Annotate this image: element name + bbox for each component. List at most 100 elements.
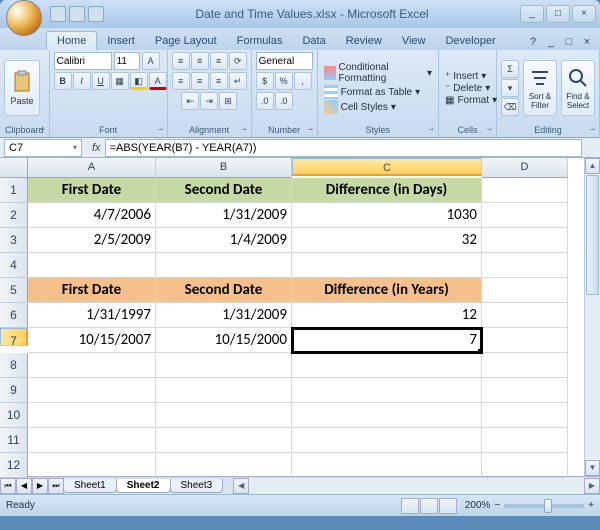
cell[interactable] <box>292 403 482 428</box>
font-name-select[interactable] <box>54 52 112 70</box>
increase-indent-icon[interactable]: ⇥ <box>200 92 218 110</box>
row-header[interactable]: 10 <box>0 403 28 428</box>
cell[interactable]: 2/5/2009 <box>28 228 156 253</box>
formula-bar[interactable]: =ABS(YEAR(B7) - YEAR(A7)) <box>105 139 582 157</box>
autosum-icon[interactable]: Σ <box>501 60 519 78</box>
row-header[interactable]: 4 <box>0 253 28 278</box>
cell[interactable]: Second Date <box>156 178 292 203</box>
cell[interactable] <box>482 328 568 353</box>
number-format-select[interactable] <box>256 52 313 70</box>
tab-formulas[interactable]: Formulas <box>227 32 293 50</box>
zoom-slider[interactable] <box>504 504 584 508</box>
qat-redo-icon[interactable] <box>88 6 104 22</box>
row-header[interactable]: 11 <box>0 428 28 453</box>
cell[interactable] <box>292 378 482 403</box>
cell[interactable] <box>482 203 568 228</box>
cell[interactable]: 1/4/2009 <box>156 228 292 253</box>
sheet-nav-first-icon[interactable]: ⏮ <box>0 478 16 494</box>
row-header[interactable]: 5 <box>0 278 28 303</box>
font-size-select[interactable] <box>114 52 140 70</box>
cell[interactable] <box>482 378 568 403</box>
zoom-in-icon[interactable]: + <box>588 500 594 511</box>
scroll-thumb[interactable] <box>586 175 599 295</box>
bold-button[interactable]: B <box>54 72 72 90</box>
align-center-icon[interactable]: ≡ <box>191 72 209 90</box>
cell[interactable]: First Date <box>28 278 156 303</box>
col-header-a[interactable]: A <box>28 158 156 178</box>
align-top-icon[interactable]: ≡ <box>172 52 190 70</box>
sheet-nav-next-icon[interactable]: ▶ <box>32 478 48 494</box>
active-cell[interactable]: 7 <box>292 328 482 353</box>
row-header[interactable]: 2 <box>0 203 28 228</box>
cell[interactable] <box>156 353 292 378</box>
italic-button[interactable]: I <box>73 72 91 90</box>
fill-color-button[interactable]: ◧ <box>130 72 148 90</box>
tab-developer[interactable]: Developer <box>435 32 505 50</box>
decrease-decimal-icon[interactable]: .0 <box>275 92 293 110</box>
cell[interactable]: 32 <box>292 228 482 253</box>
align-left-icon[interactable]: ≡ <box>172 72 190 90</box>
cell[interactable]: 10/15/2000 <box>156 328 292 353</box>
cell[interactable]: 10/15/2007 <box>28 328 156 353</box>
grow-font-icon[interactable]: A <box>142 52 160 70</box>
row-header[interactable]: 12 <box>0 453 28 478</box>
zoom-level[interactable]: 200% <box>465 500 491 511</box>
cell[interactable]: Difference (in Days) <box>292 178 482 203</box>
cell[interactable] <box>156 378 292 403</box>
comma-icon[interactable]: , <box>294 72 312 90</box>
row-header[interactable]: 6 <box>0 303 28 328</box>
page-layout-view-icon[interactable] <box>420 498 438 514</box>
horizontal-scrollbar[interactable]: ◀ ▶ <box>233 478 600 494</box>
scroll-left-icon[interactable]: ◀ <box>233 478 249 494</box>
cell[interactable] <box>482 278 568 303</box>
sheet-nav-prev-icon[interactable]: ◀ <box>16 478 32 494</box>
row-header[interactable]: 3 <box>0 228 28 253</box>
vertical-scrollbar[interactable]: ▲ ▼ <box>584 158 600 476</box>
row-header[interactable]: 7 <box>0 328 28 346</box>
cell[interactable] <box>156 253 292 278</box>
zoom-out-icon[interactable]: − <box>494 500 500 511</box>
cell[interactable] <box>482 353 568 378</box>
percent-icon[interactable]: % <box>275 72 293 90</box>
cell[interactable]: Second Date <box>156 278 292 303</box>
cell[interactable]: Difference (in Years) <box>292 278 482 303</box>
sheet-tab[interactable]: Sheet1 <box>63 479 117 493</box>
cell[interactable] <box>292 353 482 378</box>
cell[interactable]: 1030 <box>292 203 482 228</box>
restore-workbook-icon[interactable]: □ <box>562 36 576 50</box>
close-button[interactable]: × <box>572 5 596 23</box>
cell[interactable] <box>482 453 568 478</box>
sheet-nav-last-icon[interactable]: ⏭ <box>48 478 64 494</box>
underline-button[interactable]: U <box>92 72 110 90</box>
align-right-icon[interactable]: ≡ <box>210 72 228 90</box>
cell[interactable]: 1/31/2009 <box>156 303 292 328</box>
scroll-right-icon[interactable]: ▶ <box>584 478 600 494</box>
cell[interactable] <box>482 228 568 253</box>
cell[interactable] <box>28 453 156 478</box>
cell-styles-button[interactable]: Cell Styles ▾ <box>322 100 434 114</box>
cell[interactable] <box>482 428 568 453</box>
cell[interactable]: First Date <box>28 178 156 203</box>
col-header-b[interactable]: B <box>156 158 292 178</box>
cell[interactable] <box>292 253 482 278</box>
cell[interactable] <box>482 403 568 428</box>
scroll-down-icon[interactable]: ▼ <box>585 460 600 476</box>
page-break-view-icon[interactable] <box>439 498 457 514</box>
cell[interactable] <box>292 453 482 478</box>
row-header[interactable]: 8 <box>0 353 28 378</box>
cell[interactable] <box>28 378 156 403</box>
cell[interactable] <box>28 353 156 378</box>
scroll-up-icon[interactable]: ▲ <box>585 158 600 174</box>
maximize-button[interactable]: □ <box>546 5 570 23</box>
insert-cells-button[interactable]: ⁺Insert ▾ <box>443 71 499 82</box>
cell[interactable] <box>28 253 156 278</box>
normal-view-icon[interactable] <box>401 498 419 514</box>
tab-review[interactable]: Review <box>336 32 392 50</box>
cell[interactable] <box>292 428 482 453</box>
cell[interactable] <box>482 178 568 203</box>
cell[interactable] <box>482 303 568 328</box>
align-middle-icon[interactable]: ≡ <box>191 52 209 70</box>
select-all-corner[interactable] <box>0 158 28 178</box>
sheet-tab-active[interactable]: Sheet2 <box>116 479 171 493</box>
orientation-icon[interactable]: ⟳ <box>229 52 247 70</box>
